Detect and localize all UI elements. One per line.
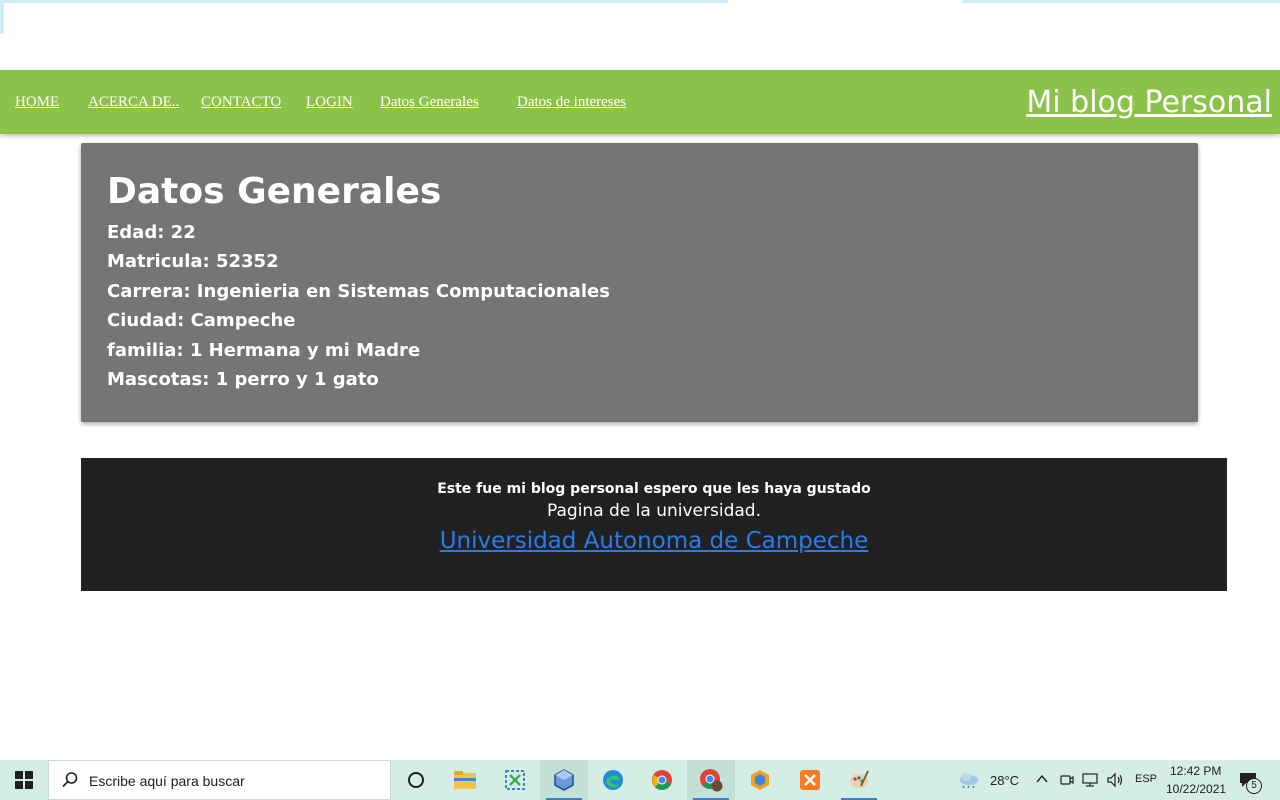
- chrome-profile-icon[interactable]: [687, 760, 735, 800]
- windows-logo-icon: [15, 771, 33, 789]
- nav-link-login[interactable]: LOGIN: [306, 94, 353, 111]
- windows-taskbar: Escribe aquí para buscar 28°C ESP 12:42 …: [0, 760, 1280, 800]
- meet-now-icon[interactable]: [1060, 772, 1074, 788]
- info-ciudad: Ciudad: Campeche: [107, 310, 296, 331]
- paint-icon[interactable]: [835, 760, 883, 800]
- info-mascotas: Mascotas: 1 perro y 1 gato: [107, 369, 379, 390]
- browser-top-strip: [0, 0, 1280, 34]
- chrome-icon[interactable]: [638, 760, 686, 800]
- nav-link-home[interactable]: HOME: [15, 94, 59, 111]
- clock-date[interactable]: 10/22/2021: [1166, 782, 1226, 796]
- footer-message: Este fue mi blog personal espero que les…: [437, 481, 871, 497]
- card-title: Datos Generales: [107, 171, 442, 212]
- network-icon[interactable]: [1082, 772, 1100, 788]
- info-carrera: Carrera: Ingenieria en Sistemas Computac…: [107, 281, 610, 302]
- notification-center-button[interactable]: 5: [1236, 768, 1262, 794]
- footer-subtitle: Pagina de la universidad.: [547, 501, 761, 521]
- datos-generales-card: Datos Generales Edad: 22 Matricula: 5235…: [81, 143, 1198, 422]
- search-icon: [62, 772, 78, 788]
- info-matricula: Matricula: 52352: [107, 251, 279, 272]
- info-edad: Edad: 22: [107, 222, 196, 243]
- language-indicator[interactable]: ESP: [1135, 773, 1157, 785]
- taskbar-search-box[interactable]: Escribe aquí para buscar: [48, 760, 391, 800]
- weather-icon[interactable]: [958, 771, 980, 789]
- nav-link-acerca[interactable]: ACERCA DE..: [88, 94, 179, 111]
- edge-icon[interactable]: [589, 760, 637, 800]
- brand-link[interactable]: Mi blog Personal: [1026, 85, 1272, 120]
- cortana-icon[interactable]: [392, 760, 440, 800]
- navbar: HOME ACERCA DE.. CONTACTO LOGIN Datos Ge…: [0, 70, 1280, 134]
- file-explorer-icon[interactable]: [441, 760, 489, 800]
- notification-badge: 5: [1246, 778, 1262, 794]
- virtualbox-icon[interactable]: [540, 760, 588, 800]
- start-button[interactable]: [0, 760, 48, 800]
- nav-link-datos-generales[interactable]: Datos Generales: [380, 94, 479, 111]
- university-link[interactable]: Universidad Autonoma de Campeche: [81, 528, 1227, 554]
- search-placeholder: Escribe aquí para buscar: [89, 773, 245, 789]
- chevron-up-icon[interactable]: [1036, 774, 1048, 784]
- snip-tool-icon[interactable]: [491, 760, 539, 800]
- volume-icon[interactable]: [1106, 772, 1124, 788]
- info-familia: familia: 1 Hermana y mi Madre: [107, 340, 421, 361]
- nav-link-contacto[interactable]: CONTACTO: [201, 94, 281, 111]
- clock-time[interactable]: 12:42 PM: [1170, 764, 1221, 778]
- nav-link-datos-intereses[interactable]: Datos de intereses: [517, 94, 626, 111]
- xampp-icon[interactable]: [786, 760, 834, 800]
- footer: Este fue mi blog personal espero que les…: [81, 458, 1227, 591]
- netbeans-icon[interactable]: [736, 760, 784, 800]
- weather-temp[interactable]: 28°C: [990, 773, 1019, 788]
